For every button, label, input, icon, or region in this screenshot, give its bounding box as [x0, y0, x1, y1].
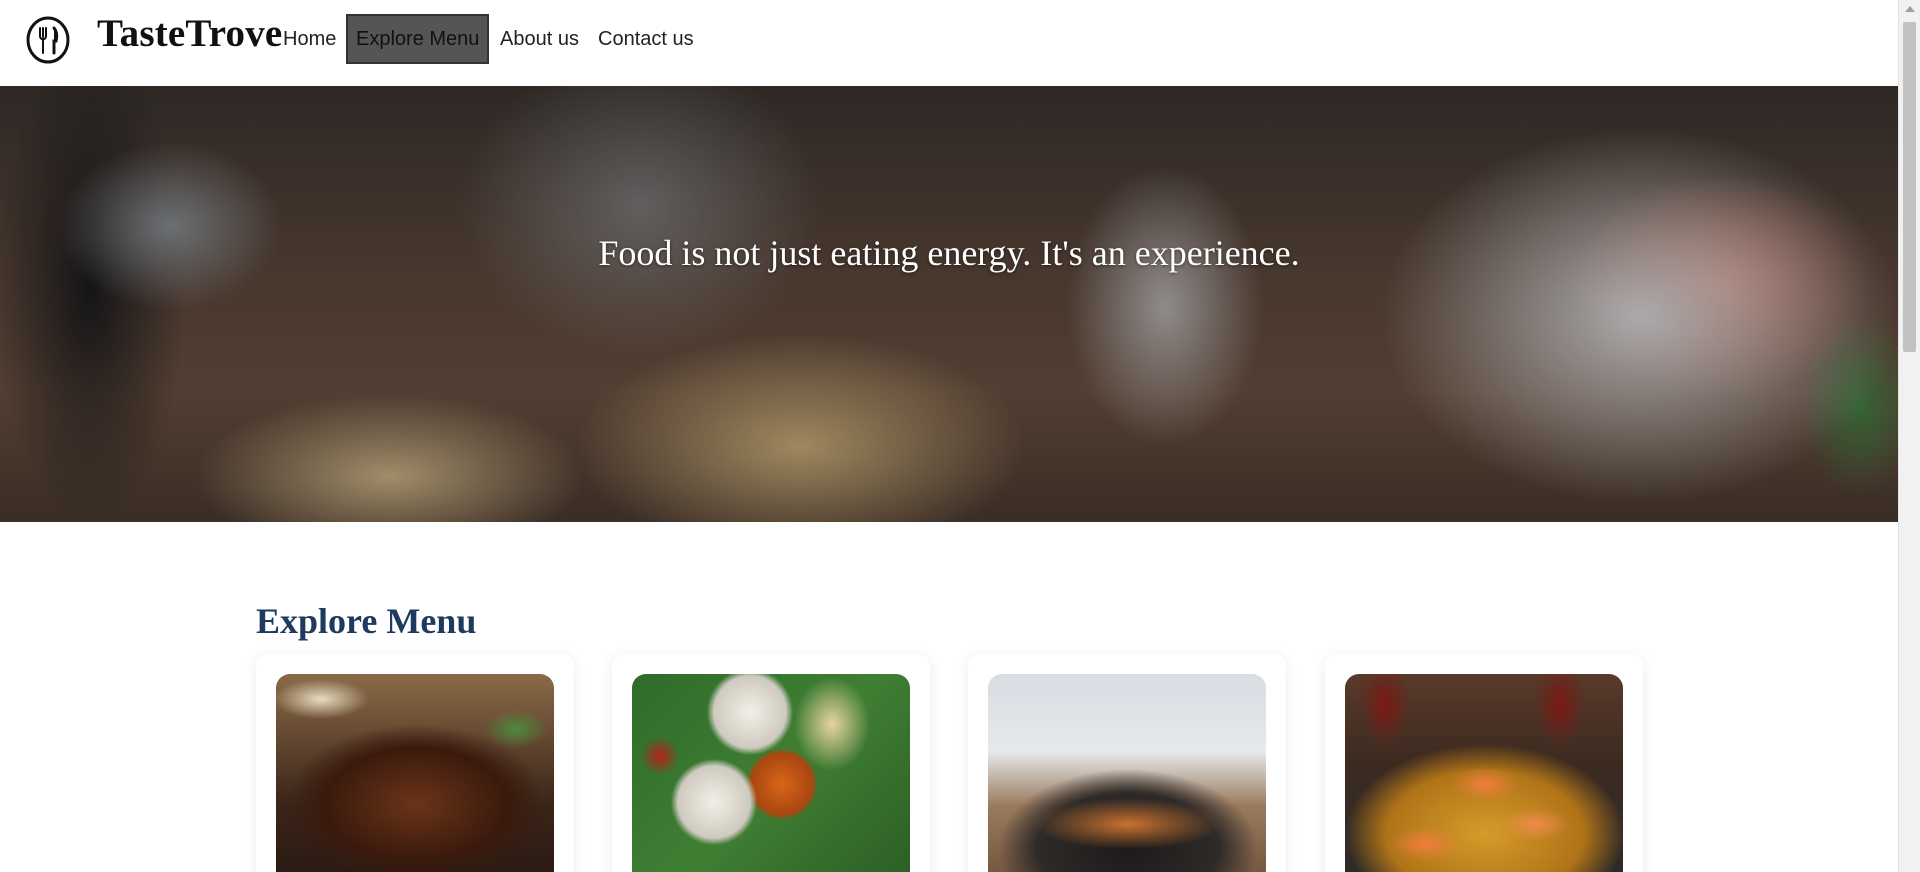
- menu-card[interactable]: [968, 654, 1286, 872]
- scroll-up-arrow-icon[interactable]: [1905, 6, 1915, 12]
- hero-overlay: [0, 86, 1898, 522]
- seafood-paella-image[interactable]: [1345, 674, 1623, 872]
- menu-card[interactable]: [1325, 654, 1643, 872]
- menu-card[interactable]: [256, 654, 574, 872]
- vegetable-soup-image[interactable]: [988, 674, 1266, 872]
- nav-explore-menu[interactable]: Explore Menu: [346, 14, 489, 64]
- fork-and-knife-icon[interactable]: [25, 15, 71, 65]
- nav-home[interactable]: Home: [283, 14, 336, 64]
- scrollbar-thumb[interactable]: [1903, 22, 1916, 352]
- hero-quote: Food is not just eating energy. It's an …: [598, 233, 1300, 273]
- nav-about-us[interactable]: About us: [500, 14, 579, 64]
- section-title: Explore Menu: [256, 601, 477, 641]
- site-header: TasteTrove Home Explore Menu About us Co…: [0, 0, 1898, 86]
- nav-contact-us[interactable]: Contact us: [598, 14, 694, 64]
- thali-platter-image[interactable]: [632, 674, 910, 872]
- hero-banner: Food is not just eating energy. It's an …: [0, 86, 1898, 522]
- menu-card[interactable]: [612, 654, 930, 872]
- curry-dish-image[interactable]: [276, 674, 554, 872]
- brand-name[interactable]: TasteTrove: [97, 12, 282, 56]
- page-scrollbar[interactable]: [1898, 0, 1920, 872]
